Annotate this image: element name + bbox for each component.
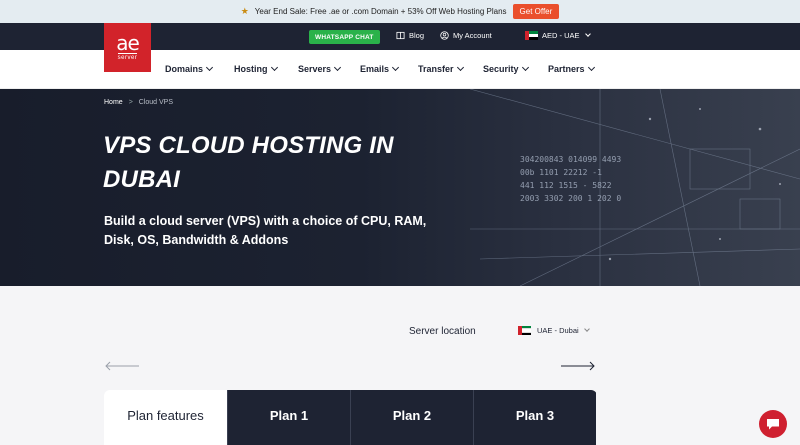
chevron-down-icon	[205, 63, 214, 72]
blog-label: Blog	[409, 31, 425, 40]
blog-link[interactable]: Blog	[396, 31, 424, 40]
breadcrumb-separator: >	[128, 99, 133, 106]
code-line: 00b 1101 22212 -1	[520, 168, 602, 177]
logo-subtext: server	[117, 53, 138, 61]
plans-table-header: Plan features Plan 1 Plan 2 Plan 3	[104, 390, 597, 445]
nav-label: Transfer	[418, 64, 454, 74]
nav-security[interactable]: Security	[483, 63, 529, 74]
nav-transfer[interactable]: Transfer	[418, 63, 464, 74]
live-chat-button[interactable]	[759, 410, 787, 438]
book-icon	[396, 31, 405, 40]
plan-3-header: Plan 3	[473, 390, 596, 445]
get-offer-button[interactable]: Get Offer	[512, 4, 560, 19]
next-arrow-icon[interactable]	[560, 360, 596, 372]
chevron-down-icon	[583, 326, 590, 332]
breadcrumb-current: Cloud VPS	[138, 99, 174, 106]
nav-label: Hosting	[234, 64, 268, 74]
party-icon: ★	[240, 6, 249, 16]
chevron-down-icon	[456, 63, 464, 72]
nav-label: Partners	[548, 64, 585, 74]
nav-partners[interactable]: Partners	[548, 63, 595, 74]
plan-2-header: Plan 2	[350, 390, 473, 445]
breadcrumb: Home > Cloud VPS	[104, 99, 173, 106]
chevron-down-icon	[587, 63, 595, 72]
aeserver-logo[interactable]: ae server	[104, 23, 151, 72]
currency-label: AED - UAE	[542, 31, 580, 40]
chat-bubble-icon	[767, 418, 779, 429]
hero-banner: 304200843 014099 4493 00b 1101 22212 -1 …	[0, 89, 800, 286]
promo-text: Year End Sale: Free .ae or .com Domain +…	[254, 7, 507, 16]
breadcrumb-home[interactable]: Home	[104, 99, 123, 106]
promo-bar: ★ Year End Sale: Free .ae or .com Domain…	[0, 0, 800, 23]
nav-servers[interactable]: Servers	[298, 63, 342, 74]
currency-selector[interactable]: AED - UAE	[525, 31, 591, 40]
server-location-select[interactable]: UAE - Dubai	[518, 326, 590, 335]
user-icon	[440, 31, 449, 40]
nav-label: Domains	[165, 64, 204, 74]
page-title: VPS CLOUD HOSTING IN DUBAI	[103, 132, 394, 193]
plan-1-header: Plan 1	[227, 390, 350, 445]
uae-flag-icon	[518, 326, 531, 335]
logo-mark: ae	[116, 31, 140, 55]
my-account-label: My Account	[453, 31, 492, 40]
whatsapp-chat-button[interactable]: WHATSAPP CHAT	[309, 30, 380, 44]
nav-label: Servers	[298, 64, 332, 74]
server-location-label: Server location	[409, 326, 476, 337]
chevron-down-icon	[584, 31, 591, 37]
nav-label: Emails	[360, 64, 390, 74]
server-location-value: UAE - Dubai	[537, 326, 579, 335]
code-line: 2003 3302 200 1 202 0	[520, 194, 621, 203]
nav-domains[interactable]: Domains	[165, 63, 214, 74]
chevron-down-icon	[391, 63, 400, 72]
code-line: 441 112 1515 - 5822	[520, 181, 612, 190]
nav-hosting[interactable]: Hosting	[234, 63, 278, 74]
chevron-down-icon	[270, 63, 278, 72]
chevron-down-icon	[521, 63, 529, 72]
code-line: 304200843 014099 4493	[520, 155, 621, 164]
prev-arrow-icon[interactable]	[104, 360, 140, 372]
nav-label: Security	[483, 64, 519, 74]
nav-emails[interactable]: Emails	[360, 63, 400, 74]
my-account-link[interactable]: My Account	[440, 31, 492, 40]
chevron-down-icon	[333, 63, 342, 72]
page-subtitle: Build a cloud server (VPS) with a choice…	[104, 214, 427, 247]
uae-flag-icon	[525, 31, 538, 40]
plan-features-header: Plan features	[104, 390, 227, 445]
